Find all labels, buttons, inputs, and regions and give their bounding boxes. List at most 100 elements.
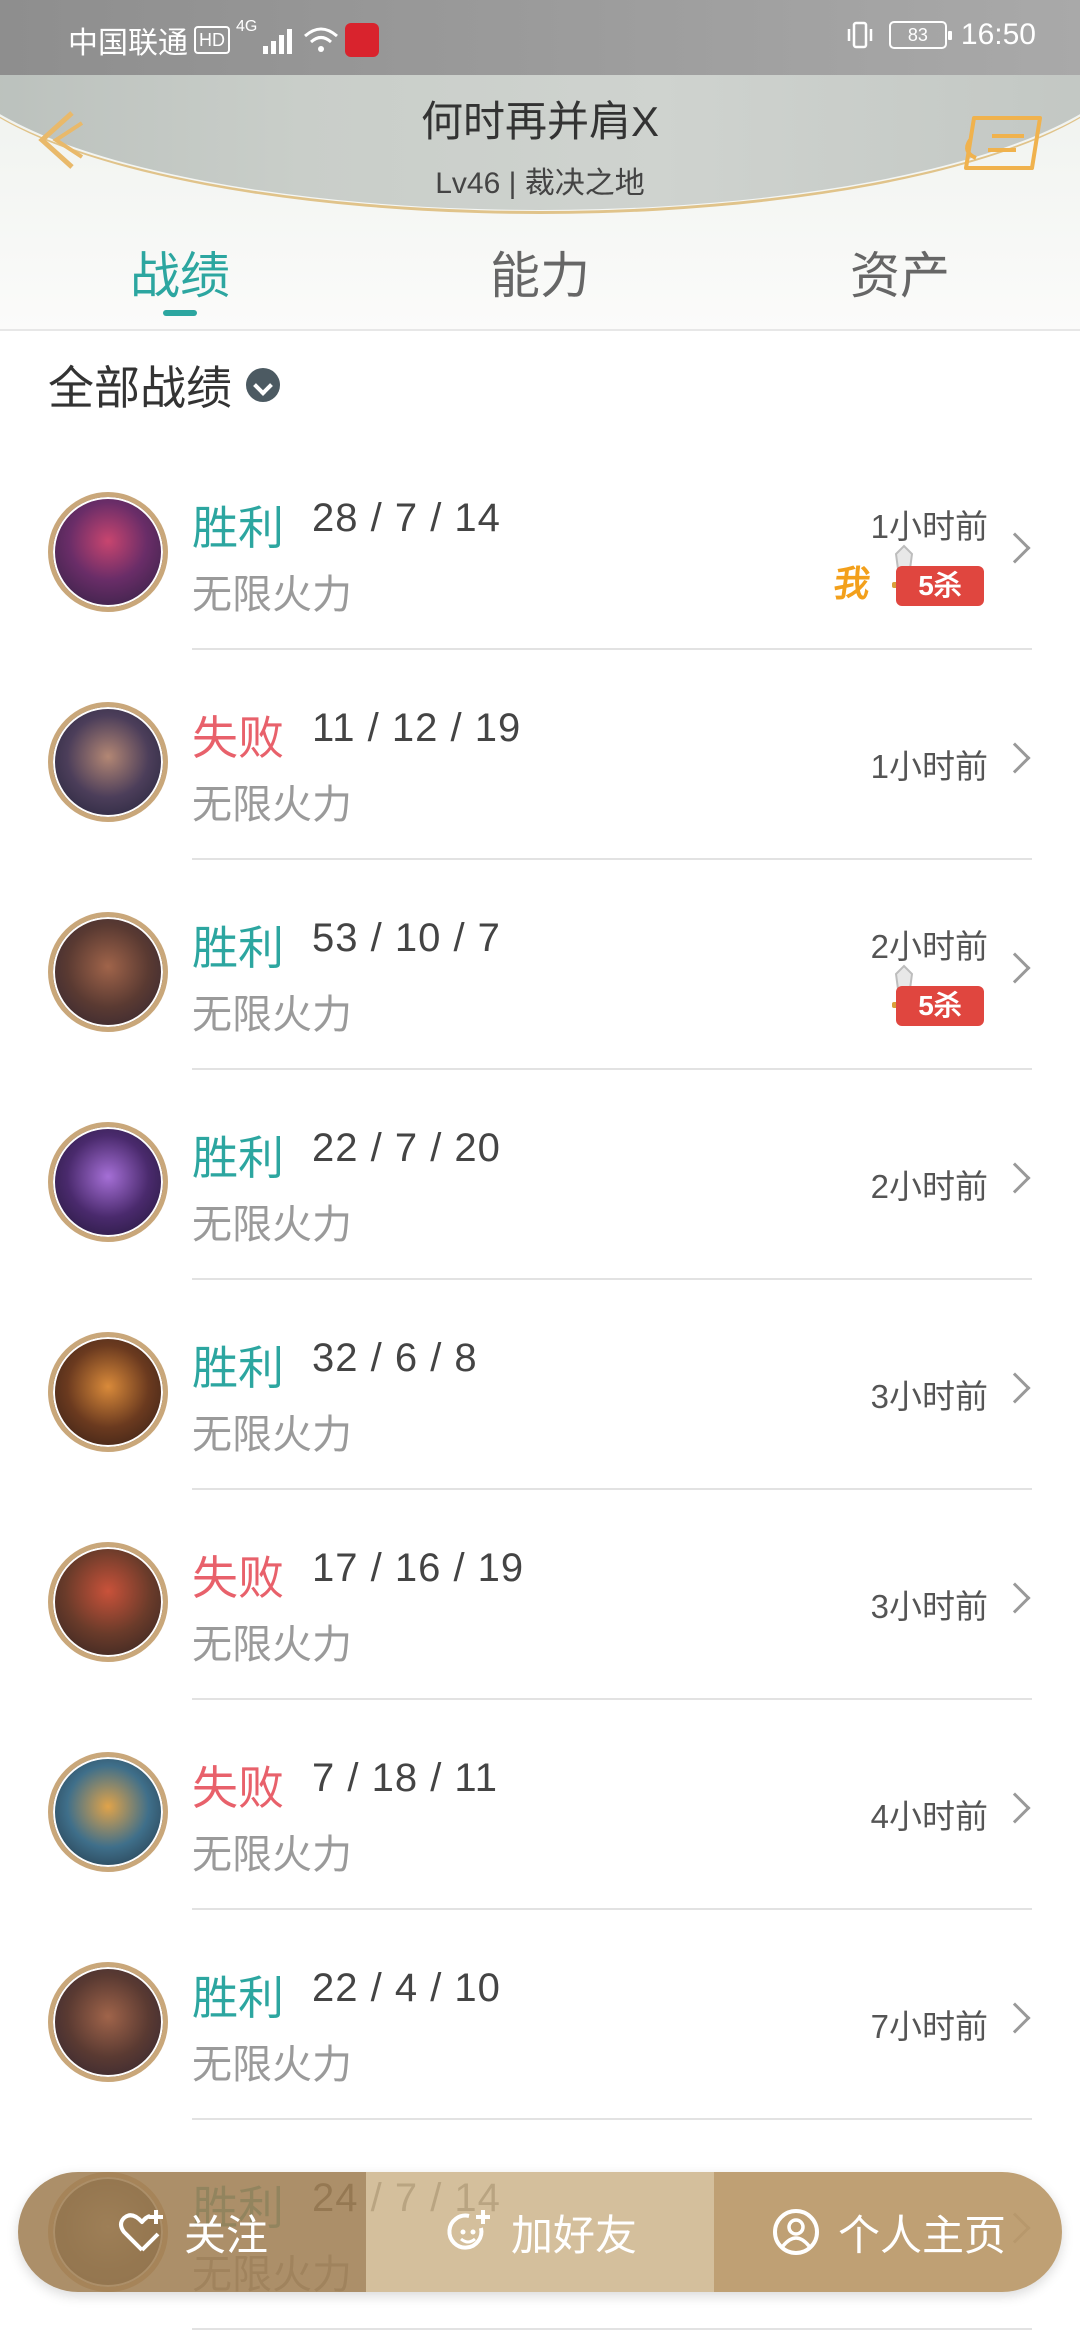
match-mode: 无限火力 (192, 1413, 352, 1457)
match-result: 失败 (192, 712, 284, 764)
penta-kill-label: 5杀 (896, 566, 984, 606)
match-row[interactable]: 胜利 28 / 7 / 14 无限火力 1小时前我 5杀 (0, 440, 1080, 650)
tab-records[interactable]: 战绩 (0, 228, 360, 328)
message-icon[interactable] (960, 108, 1050, 178)
hd-badge: HD (194, 26, 230, 54)
chevron-right-icon (999, 1582, 1031, 1614)
me-tag: 我 (831, 563, 873, 604)
match-kda: 7 / 18 / 11 (312, 1756, 498, 1800)
wifi-icon (304, 27, 339, 52)
match-result: 失败 (192, 1762, 284, 1814)
match-mode: 无限火力 (192, 1623, 352, 1667)
signal-icon (263, 29, 293, 54)
match-filter-dropdown[interactable]: 全部战绩 (48, 352, 280, 418)
match-badges: 我 5杀 (831, 540, 984, 610)
match-row[interactable]: 胜利 32 / 6 / 8 无限火力 3小时前 (0, 1280, 1080, 1490)
battery-icon: 83 (888, 21, 952, 49)
add-friend-button[interactable]: 加好友 (366, 2172, 714, 2292)
match-row[interactable]: 胜利 53 / 10 / 7 无限火力 2小时前 5杀 (0, 860, 1080, 1070)
header-divider (0, 329, 1080, 331)
match-result: 失败 (192, 1552, 284, 1604)
vibrate-icon (847, 21, 873, 49)
status-bar: 中国联通 HD 4G 83 16:50 (0, 0, 1080, 75)
profile-level-server: Lv46 | 裁决之地 (435, 167, 645, 200)
match-kda: 22 / 7 / 20 (312, 1126, 501, 1170)
chevron-down-icon (246, 368, 280, 402)
match-mode: 无限火力 (192, 1203, 352, 1247)
match-mode: 无限火力 (192, 1833, 352, 1877)
match-time: 4小时前 (870, 1798, 988, 1835)
add-friend-label: 加好友 (510, 2211, 637, 2259)
champion-avatar (48, 1542, 168, 1662)
match-result: 胜利 (192, 1132, 284, 1184)
match-time: 2小时前 (870, 1168, 988, 1205)
homepage-label: 个人主页 (837, 2211, 1006, 2259)
match-badges: 5杀 (882, 960, 984, 1030)
row-divider (192, 2328, 1032, 2330)
match-kda: 32 / 6 / 8 (312, 1336, 478, 1380)
match-time: 3小时前 (870, 1378, 988, 1415)
match-kda: 17 / 16 / 19 (312, 1546, 525, 1590)
match-time: 3小时前 (870, 1588, 988, 1625)
chevron-right-icon (999, 1162, 1031, 1194)
match-row[interactable]: 失败 7 / 18 / 11 无限火力 4小时前 (0, 1700, 1080, 1910)
chevron-right-icon (999, 1372, 1031, 1404)
chevron-right-icon (999, 742, 1031, 774)
homepage-button[interactable]: 个人主页 (714, 2172, 1062, 2292)
tab-assets[interactable]: 资产 (720, 228, 1080, 328)
match-row[interactable]: 失败 17 / 16 / 19 无限火力 3小时前 (0, 1490, 1080, 1700)
status-left: 中国联通 HD 4G (68, 18, 380, 62)
match-result: 胜利 (192, 1342, 284, 1394)
follow-label: 关注 (183, 2211, 268, 2259)
tab-assets-label: 资产 (850, 248, 950, 304)
bottom-action-bar: 关注 加好友 个人主页 (18, 2172, 1062, 2292)
heart-plus-icon (118, 2210, 163, 2252)
champion-avatar (48, 702, 168, 822)
clock: 16:50 (960, 18, 1036, 51)
match-row[interactable]: 胜利 22 / 4 / 10 无限火力 7小时前 (0, 1910, 1080, 2120)
profile-name: 何时再并肩X (420, 98, 659, 145)
champion-avatar (48, 1962, 168, 2082)
penta-kill-label: 5杀 (896, 986, 984, 1026)
match-mode: 无限火力 (192, 573, 352, 617)
champion-avatar (48, 492, 168, 612)
champion-avatar (48, 1332, 168, 1452)
match-kda: 28 / 7 / 14 (312, 496, 501, 540)
tab-ability-label: 能力 (490, 248, 590, 304)
match-kda: 22 / 4 / 10 (312, 1966, 501, 2010)
follow-button[interactable]: 关注 (18, 2172, 366, 2292)
match-mode: 无限火力 (192, 783, 352, 827)
network-label: 4G (236, 18, 258, 35)
tab-records-label: 战绩 (130, 248, 230, 304)
match-list: 胜利 28 / 7 / 14 无限火力 1小时前 我 5杀 失败 11 / 12 / 19… (0, 440, 1080, 2330)
chevron-right-icon (999, 952, 1031, 984)
status-right: 83 16:50 (845, 18, 1036, 52)
match-kda: 11 / 12 / 19 (312, 706, 522, 750)
match-result: 胜利 (192, 502, 284, 554)
chevron-right-icon (999, 1792, 1031, 1824)
filter-label: 全部战绩 (48, 362, 232, 414)
app-notification-icon (345, 23, 380, 57)
champion-avatar (48, 1122, 168, 1242)
match-time: 7小时前 (870, 2008, 988, 2045)
match-result: 胜利 (192, 922, 284, 974)
match-kda: 53 / 10 / 7 (312, 916, 501, 960)
add-friend-icon (447, 2210, 490, 2250)
match-row[interactable]: 失败 11 / 12 / 19 无限火力 1小时前 (0, 650, 1080, 860)
match-row[interactable]: 胜利 22 / 7 / 20 无限火力 2小时前 (0, 1070, 1080, 1280)
champion-avatar (48, 912, 168, 1032)
profile-icon (772, 2209, 819, 2255)
tab-bar: 战绩 能力 资产 (0, 228, 1080, 328)
champion-avatar (48, 1752, 168, 1872)
penta-kill-badge: 5杀 (882, 544, 984, 610)
tab-ability[interactable]: 能力 (360, 228, 720, 328)
match-time: 1小时前 (870, 748, 988, 785)
match-result: 胜利 (192, 1972, 284, 2024)
chevron-right-icon (999, 532, 1031, 564)
tab-active-indicator (163, 310, 197, 316)
penta-kill-badge: 5杀 (882, 964, 984, 1030)
carrier-label: 中国联通 (68, 27, 188, 60)
match-mode: 无限火力 (192, 2043, 352, 2087)
match-mode: 无限火力 (192, 993, 352, 1037)
chevron-right-icon (999, 2002, 1031, 2034)
